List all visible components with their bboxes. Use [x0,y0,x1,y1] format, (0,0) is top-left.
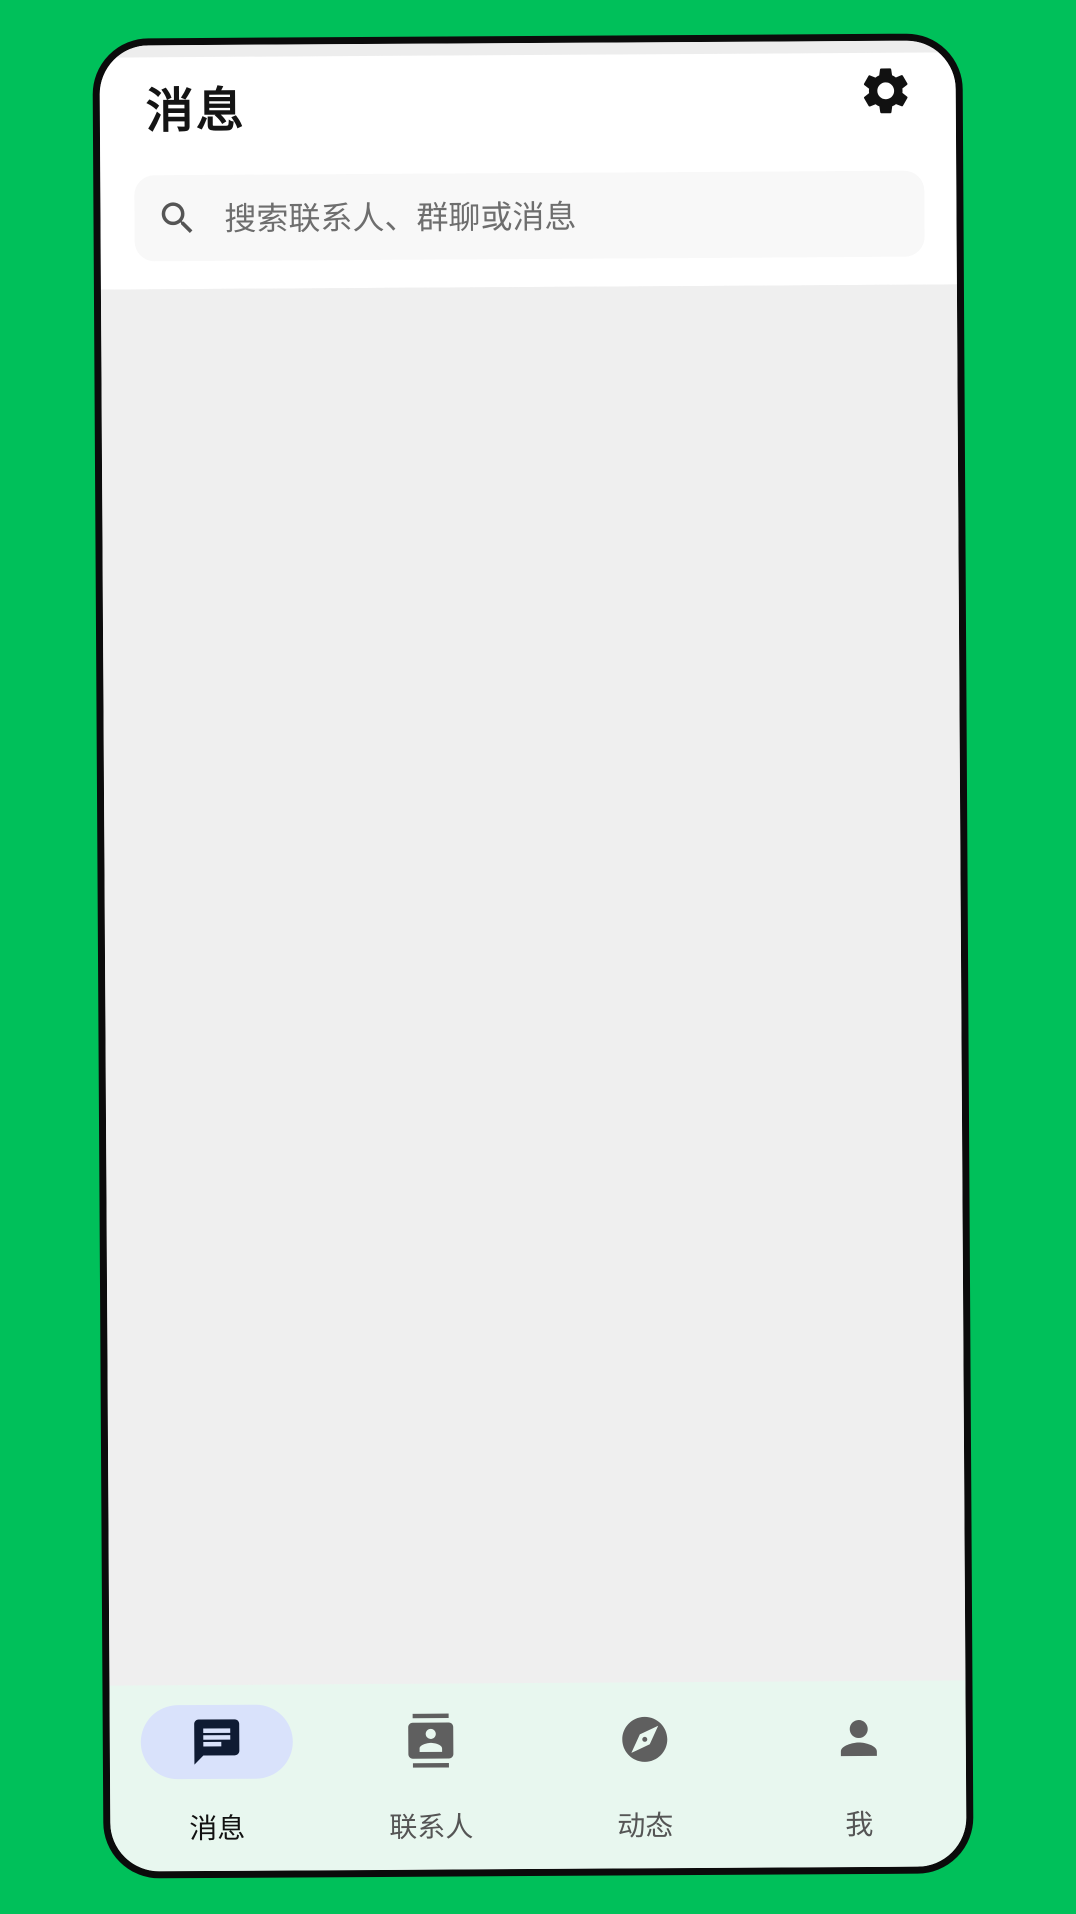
app-header: 消息 [99,52,957,290]
nav-item-moments[interactable]: 动态 [537,1682,752,1869]
nav-item-messages[interactable]: 消息 [109,1684,324,1871]
nav-label-me: 我 [845,1807,874,1842]
settings-button[interactable] [858,63,914,119]
chat-icon [194,1719,240,1765]
nav-label-messages: 消息 [189,1811,246,1846]
nav-label-moments: 动态 [617,1809,674,1843]
person-icon [840,1720,877,1757]
search-bar[interactable] [134,170,925,263]
page-title: 消息 [145,82,247,140]
nav-item-contacts[interactable]: 联系人 [323,1683,538,1870]
bottom-navigation: 消息 联系人 动态 我 [109,1680,967,1872]
message-list-area [100,284,966,1686]
gear-icon [863,68,908,114]
phone-frame: 消息 消息 联系人 [92,33,974,1879]
nav-item-me[interactable]: 我 [751,1680,966,1867]
search-icon [161,202,193,233]
nav-label-contacts: 联系人 [389,1810,474,1844]
contacts-icon [408,1713,454,1768]
compass-icon [622,1716,668,1762]
search-input[interactable] [222,170,905,263]
